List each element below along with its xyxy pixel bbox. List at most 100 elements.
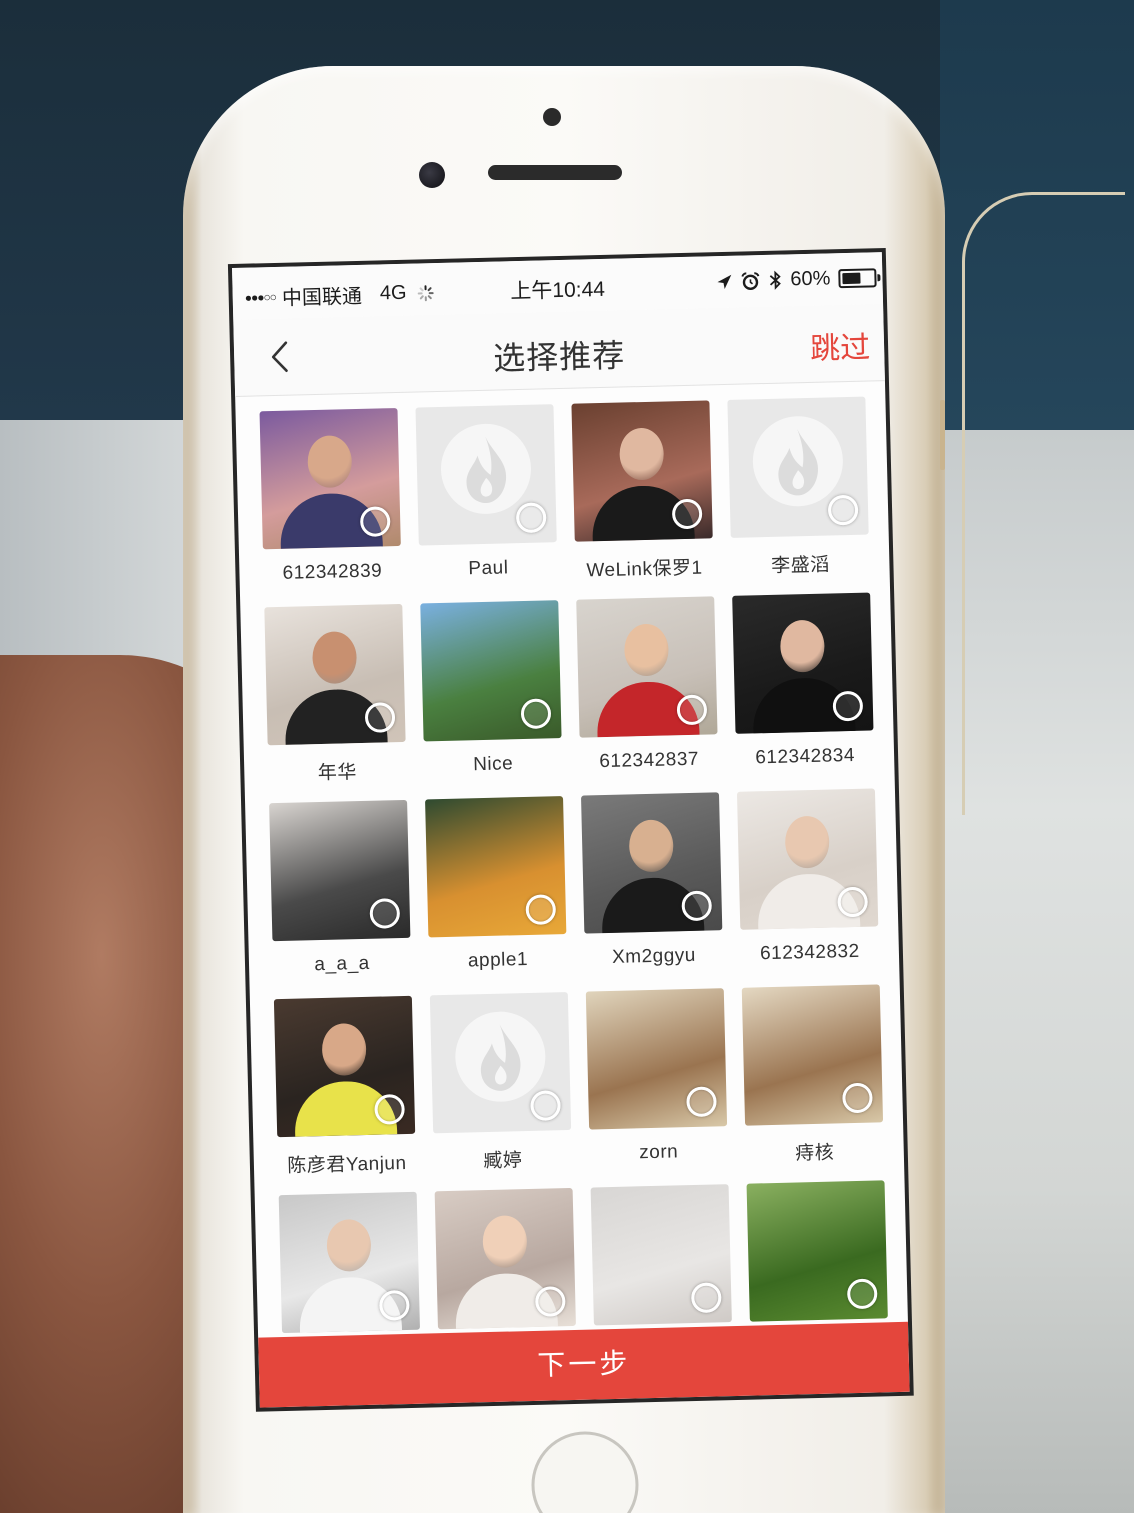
user-name-label: 年华 bbox=[317, 762, 358, 785]
app-screen: ●●●○○ 中国联通 4G 上午10:44 60% 选择推荐 跳过 612342… bbox=[232, 252, 910, 1408]
user-name-label: zorn bbox=[638, 1141, 679, 1164]
select-radio-icon[interactable] bbox=[520, 698, 552, 730]
battery-level-fill bbox=[842, 272, 861, 285]
default-avatar-logo-icon bbox=[439, 422, 533, 515]
select-radio-icon[interactable] bbox=[364, 702, 396, 733]
user-name-label: WeLink保罗1 bbox=[586, 557, 703, 582]
select-radio-icon[interactable] bbox=[681, 890, 713, 922]
select-radio-icon[interactable] bbox=[837, 886, 869, 918]
user-avatar[interactable] bbox=[420, 600, 562, 742]
avatar-photo-head bbox=[623, 623, 670, 677]
select-radio-icon[interactable] bbox=[359, 506, 391, 537]
user-cell[interactable]: 李盛滔 bbox=[727, 396, 870, 596]
select-radio-icon[interactable] bbox=[515, 502, 547, 534]
flame-icon bbox=[466, 436, 507, 504]
battery-icon bbox=[838, 268, 881, 289]
user-avatar[interactable] bbox=[746, 1180, 888, 1322]
user-avatar[interactable] bbox=[269, 799, 411, 942]
user-avatar[interactable] bbox=[264, 603, 406, 746]
user-cell[interactable] bbox=[434, 1187, 576, 1330]
user-cell[interactable]: apple1 bbox=[425, 796, 568, 995]
select-radio-icon[interactable] bbox=[827, 494, 859, 526]
user-cell[interactable]: Nice bbox=[420, 600, 563, 799]
status-right: 60% bbox=[708, 266, 881, 293]
user-cell[interactable]: 年华 bbox=[264, 603, 407, 803]
select-radio-icon[interactable] bbox=[374, 1094, 405, 1125]
user-name-label: 痔核 bbox=[795, 1142, 835, 1165]
user-avatar[interactable] bbox=[571, 400, 713, 542]
navigation-bar: 选择推荐 跳过 bbox=[233, 304, 885, 397]
phone-side-button bbox=[940, 400, 945, 470]
user-avatar[interactable] bbox=[585, 988, 728, 1130]
user-avatar[interactable] bbox=[425, 796, 567, 938]
user-avatar[interactable] bbox=[736, 788, 879, 930]
select-radio-icon[interactable] bbox=[671, 498, 703, 530]
user-cell[interactable]: Paul bbox=[415, 404, 558, 603]
select-radio-icon[interactable] bbox=[690, 1282, 722, 1314]
user-avatar[interactable] bbox=[590, 1184, 732, 1326]
select-radio-icon[interactable] bbox=[534, 1286, 566, 1317]
user-avatar[interactable] bbox=[273, 995, 416, 1138]
select-radio-icon[interactable] bbox=[530, 1090, 561, 1121]
battery-percent: 60% bbox=[790, 267, 831, 291]
user-name-label: 陈彦君Yanjun bbox=[287, 1153, 407, 1177]
user-cell[interactable]: zorn bbox=[585, 988, 729, 1187]
user-avatar[interactable] bbox=[580, 792, 723, 934]
select-radio-icon[interactable] bbox=[842, 1082, 873, 1114]
select-radio-icon[interactable] bbox=[686, 1086, 717, 1118]
user-cell[interactable]: 612342834 bbox=[732, 592, 875, 792]
avatar-photo-head bbox=[619, 427, 665, 481]
user-name-label: Xm2ggyu bbox=[611, 944, 697, 968]
user-cell[interactable]: 612342832 bbox=[736, 788, 880, 987]
user-cell[interactable]: 痔核 bbox=[741, 984, 885, 1183]
charging-cable bbox=[962, 192, 1125, 815]
front-camera bbox=[419, 162, 445, 188]
user-name-label: 李盛滔 bbox=[770, 554, 830, 577]
select-radio-icon[interactable] bbox=[525, 894, 557, 926]
user-name-label: Nice bbox=[472, 753, 514, 776]
user-cell[interactable]: WeLink保罗1 bbox=[571, 400, 714, 599]
skip-button[interactable]: 跳过 bbox=[810, 322, 871, 367]
user-cell[interactable]: Xm2ggyu bbox=[580, 792, 724, 991]
user-cell[interactable] bbox=[746, 1180, 888, 1322]
alarm-clock-icon bbox=[741, 271, 760, 290]
flame-icon bbox=[778, 428, 818, 496]
user-cell[interactable] bbox=[590, 1184, 732, 1326]
default-avatar-logo-icon bbox=[751, 415, 844, 508]
select-radio-icon[interactable] bbox=[676, 694, 708, 726]
user-avatar[interactable] bbox=[727, 396, 869, 538]
avatar-photo-head bbox=[326, 1218, 372, 1272]
user-cell[interactable]: 陈彦君Yanjun bbox=[273, 995, 417, 1195]
select-radio-icon[interactable] bbox=[846, 1278, 878, 1310]
avatar-photo-head bbox=[482, 1215, 528, 1269]
avatar-photo-head bbox=[628, 819, 674, 873]
battery-nub bbox=[877, 274, 881, 282]
select-radio-icon[interactable] bbox=[379, 1289, 410, 1321]
select-radio-icon[interactable] bbox=[369, 898, 401, 929]
user-cell[interactable]: a_a_a bbox=[269, 799, 412, 999]
avatar-photo-head bbox=[784, 815, 830, 869]
user-avatar[interactable] bbox=[732, 592, 874, 734]
user-avatar[interactable] bbox=[741, 984, 884, 1126]
user-avatar[interactable] bbox=[415, 404, 557, 546]
user-avatar[interactable] bbox=[259, 407, 401, 550]
user-avatar[interactable] bbox=[278, 1191, 420, 1334]
earpiece-speaker bbox=[488, 165, 622, 180]
avatar-photo-head bbox=[311, 631, 358, 685]
avatar-photo-head bbox=[779, 619, 826, 673]
user-cell[interactable]: 612342839 bbox=[259, 407, 403, 607]
user-cell[interactable] bbox=[278, 1191, 420, 1334]
user-avatar[interactable] bbox=[429, 992, 572, 1134]
avatar-photo-head bbox=[307, 435, 353, 489]
user-name-label: 612342834 bbox=[755, 744, 856, 769]
user-cell[interactable]: 臧婷 bbox=[429, 992, 573, 1191]
user-avatar[interactable] bbox=[434, 1187, 576, 1330]
recommendation-grid: 612342839 Paul WeLink保罗1 李盛滔年华 Nice 612342837… bbox=[259, 396, 888, 1334]
user-cell[interactable]: 612342837 bbox=[576, 596, 719, 795]
user-name-label: 612342839 bbox=[282, 560, 383, 584]
proximity-sensor bbox=[543, 108, 561, 126]
user-name-label: a_a_a bbox=[314, 952, 370, 976]
user-avatar[interactable] bbox=[576, 596, 718, 738]
default-avatar-logo-icon bbox=[454, 1010, 547, 1103]
select-radio-icon[interactable] bbox=[832, 690, 864, 722]
